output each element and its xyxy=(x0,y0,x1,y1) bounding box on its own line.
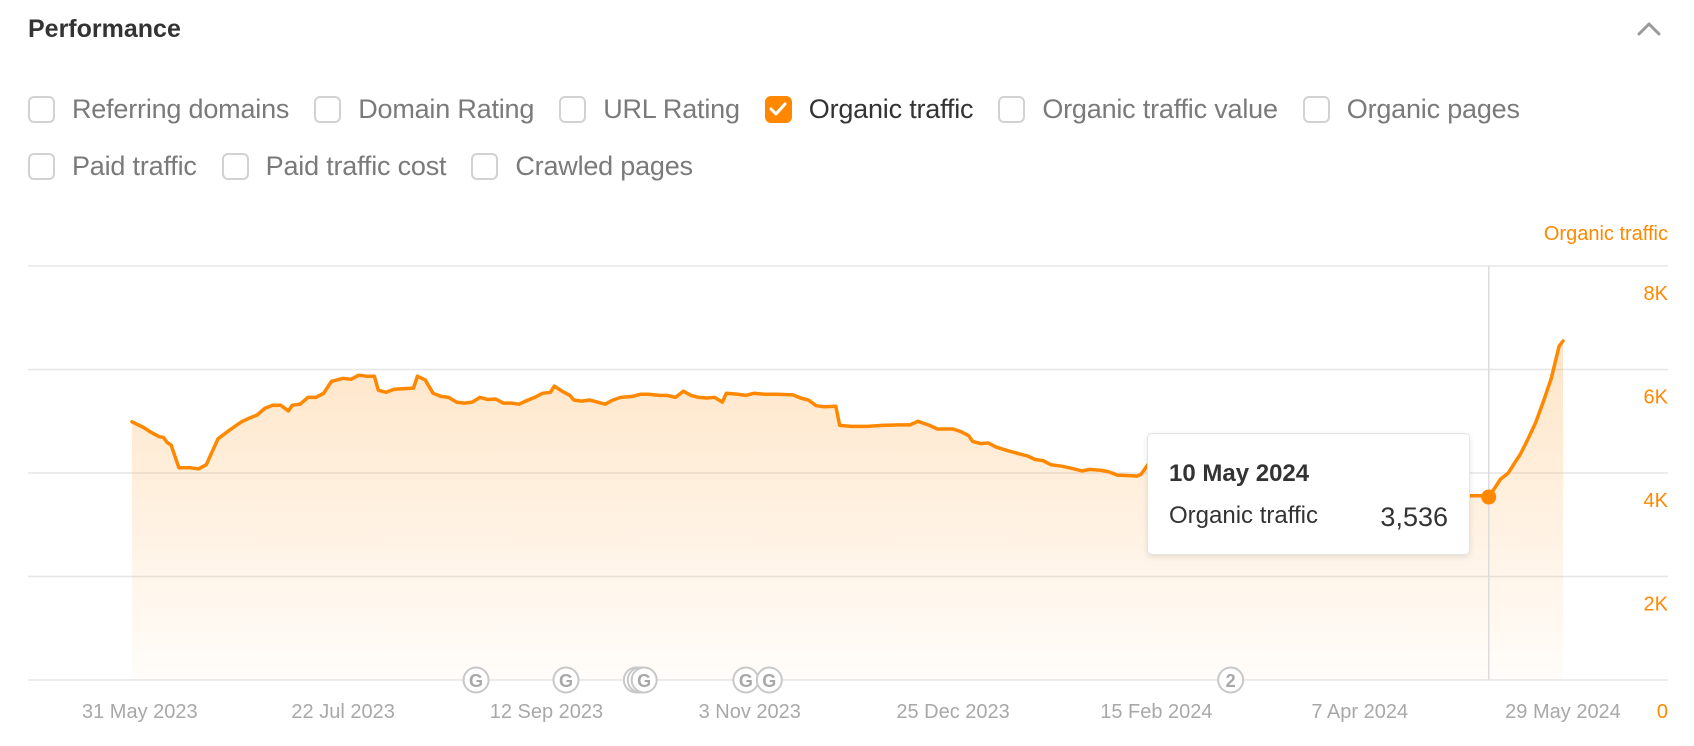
checkmark-icon xyxy=(769,102,787,116)
google-update-marker[interactable]: G xyxy=(552,666,580,694)
checkbox-label: Referring domains xyxy=(72,93,290,124)
checkbox-box[interactable] xyxy=(314,95,342,123)
y-tick-label: 0 xyxy=(1657,701,1668,723)
y-tick-label: 8K xyxy=(1644,283,1669,305)
checkbox-box[interactable] xyxy=(764,95,792,123)
x-tick-label: 3 Nov 2023 xyxy=(699,701,801,723)
marker-label: G xyxy=(559,671,573,691)
x-tick-label: 15 Feb 2024 xyxy=(1100,701,1212,723)
marker-label: 2 xyxy=(1226,671,1236,691)
checkbox-box[interactable] xyxy=(471,152,499,180)
checkbox-label: Organic pages xyxy=(1346,93,1520,124)
checkbox-box[interactable] xyxy=(221,152,249,180)
google-update-marker[interactable]: G xyxy=(462,666,490,694)
chevron-up-icon xyxy=(1637,22,1661,36)
y-tick-label: 2K xyxy=(1644,594,1669,616)
marker-label: G xyxy=(469,671,483,691)
checkbox-label: Organic traffic value xyxy=(1042,93,1278,124)
marker-label: G xyxy=(739,671,753,691)
checkbox-organic-traffic-value[interactable]: Organic traffic value xyxy=(998,93,1278,125)
x-axis-ticks: 31 May 2023 22 Jul 2023 12 Sep 2023 3 Nov 2… xyxy=(82,701,1621,723)
x-tick-label: 7 Apr 2024 xyxy=(1311,701,1408,723)
checkbox-organic-traffic[interactable]: Organic traffic xyxy=(764,93,974,125)
x-tick-label: 25 Dec 2023 xyxy=(896,701,1009,723)
chart-tooltip: 10 May 2024 Organic traffic 3,536 xyxy=(1147,433,1470,555)
right-axis-title: Organic traffic xyxy=(1544,223,1668,245)
checkbox-organic-pages[interactable]: Organic pages xyxy=(1302,93,1520,125)
y-tick-label: 4K xyxy=(1644,490,1669,512)
checkbox-box[interactable] xyxy=(28,152,55,180)
checkbox-box[interactable] xyxy=(998,95,1026,123)
x-tick-label: 31 May 2023 xyxy=(82,701,198,723)
collapse-button[interactable] xyxy=(1636,18,1662,40)
checkbox-domain-rating[interactable]: Domain Rating xyxy=(314,94,534,125)
hover-point[interactable] xyxy=(1481,489,1497,505)
x-tick-label: 29 May 2024 xyxy=(1505,701,1621,723)
checkbox-paid-traffic-cost[interactable]: Paid traffic cost xyxy=(221,150,447,182)
checkbox-box[interactable] xyxy=(1302,95,1330,123)
marker-label: G xyxy=(637,671,651,691)
checkbox-label: Organic traffic xyxy=(808,93,974,124)
update-group-marker[interactable]: 2 xyxy=(1217,666,1245,694)
y-tick-label: 6K xyxy=(1644,387,1669,409)
metric-checkboxes-row-2: Paid traffic Paid traffic cost Crawled p… xyxy=(28,149,718,183)
metric-checkboxes-row-1: Referring domains Domain Rating URL Rati… xyxy=(28,92,1545,126)
x-tick-label: 12 Sep 2023 xyxy=(490,701,603,723)
tooltip-series-label: Organic traffic xyxy=(1169,502,1318,529)
x-tick-label: 22 Jul 2023 xyxy=(291,701,394,723)
checkbox-paid-traffic[interactable]: Paid traffic xyxy=(28,151,197,182)
checkbox-box[interactable] xyxy=(28,95,55,123)
marker-label: G xyxy=(762,671,776,691)
google-update-marker[interactable]: G xyxy=(732,666,760,694)
checkbox-crawled-pages[interactable]: Crawled pages xyxy=(471,151,693,182)
checkbox-referring-domains[interactable]: Referring domains xyxy=(28,94,289,125)
google-update-marker[interactable]: G xyxy=(630,666,658,694)
section-title: Performance xyxy=(28,15,181,43)
checkbox-url-rating[interactable]: URL Rating xyxy=(559,94,740,125)
checkbox-label: Domain Rating xyxy=(358,93,535,124)
y-axis-ticks: 0 2K 4K 6K 8K xyxy=(1644,283,1669,723)
google-update-marker[interactable]: G xyxy=(755,666,783,694)
checkbox-label: Crawled pages xyxy=(515,150,693,181)
checkbox-label: Paid traffic cost xyxy=(265,150,447,181)
tooltip-value: 3,536 xyxy=(1380,502,1448,532)
checkbox-label: Paid traffic xyxy=(72,150,197,181)
checkbox-label: URL Rating xyxy=(603,93,740,124)
checkbox-box[interactable] xyxy=(559,95,587,123)
tooltip-date: 10 May 2024 xyxy=(1169,460,1310,487)
